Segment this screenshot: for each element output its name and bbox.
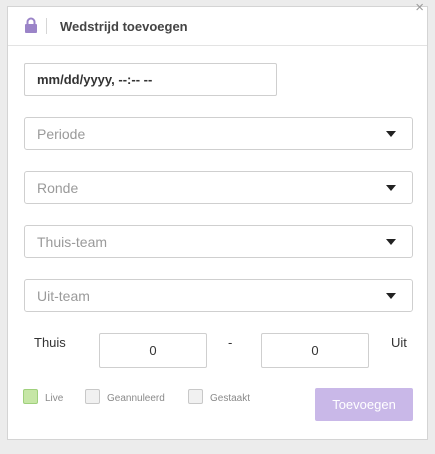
dialog-title: Wedstrijd toevoegen bbox=[60, 19, 188, 34]
header-divider bbox=[46, 18, 47, 34]
geannuleerd-label: Geannuleerd bbox=[107, 393, 165, 404]
home-score-input[interactable]: 0 bbox=[99, 333, 207, 368]
home-score-label: Thuis bbox=[34, 335, 66, 350]
live-label: Live bbox=[45, 393, 64, 404]
chevron-down-icon bbox=[386, 131, 396, 137]
ronde-select[interactable]: Ronde bbox=[24, 171, 413, 204]
uit-team-select[interactable]: Uit-team bbox=[24, 279, 413, 312]
chevron-down-icon bbox=[386, 239, 396, 245]
ronde-placeholder: Ronde bbox=[37, 180, 79, 196]
uit-team-placeholder: Uit-team bbox=[37, 288, 90, 304]
thuis-team-select[interactable]: Thuis-team bbox=[24, 225, 413, 258]
dialog-header: Wedstrijd toevoegen bbox=[8, 7, 427, 46]
datetime-input[interactable]: mm/dd/yyyy, --:-- -- bbox=[24, 63, 277, 96]
geannuleerd-checkbox[interactable] bbox=[85, 389, 100, 404]
live-checkbox[interactable] bbox=[23, 389, 38, 404]
gestaakt-checkbox[interactable] bbox=[188, 389, 203, 404]
submit-button[interactable]: Toevoegen bbox=[315, 388, 413, 421]
chevron-down-icon bbox=[386, 185, 396, 191]
lock-icon bbox=[25, 17, 37, 33]
score-separator: - bbox=[228, 335, 233, 350]
away-score-label: Uit bbox=[391, 335, 407, 350]
chevron-down-icon bbox=[386, 293, 396, 299]
periode-select[interactable]: Periode bbox=[24, 117, 413, 150]
away-score-input[interactable]: 0 bbox=[261, 333, 369, 368]
thuis-team-placeholder: Thuis-team bbox=[37, 234, 108, 250]
gestaakt-label: Gestaakt bbox=[210, 393, 251, 404]
add-match-dialog: × Wedstrijd toevoegen mm/dd/yyyy, --:-- … bbox=[7, 0, 428, 440]
periode-placeholder: Periode bbox=[37, 126, 86, 142]
